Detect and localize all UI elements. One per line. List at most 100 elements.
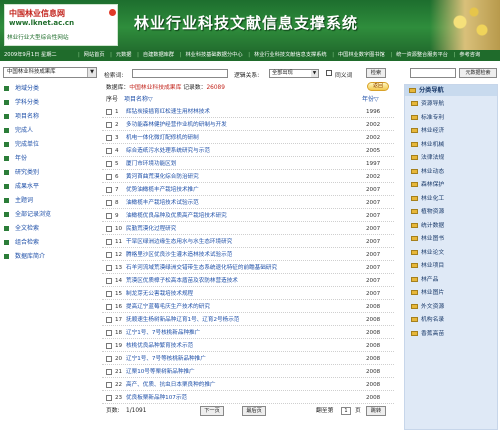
category-nav-item[interactable]: 林业机械 [411, 140, 444, 150]
synonym-checkbox[interactable] [326, 70, 332, 76]
row-checkbox[interactable] [106, 278, 112, 284]
row-title-link[interactable]: 优良板栗新品种107示范 [126, 392, 187, 404]
row-title-link[interactable]: 石羊河流域荒漠绿洲交错带生态系统退化特征的前瞻基础研究 [126, 262, 277, 274]
category-nav-item[interactable]: 资源导航 [411, 99, 444, 109]
row-checkbox[interactable] [106, 317, 112, 323]
left-nav-item[interactable]: 完成单位 [4, 140, 39, 150]
left-nav-item[interactable]: 年份 [4, 154, 27, 164]
row-title-link[interactable]: 制龙芽无公害栽培技术规程 [126, 288, 193, 300]
row-checkbox[interactable] [106, 187, 112, 193]
row-title-link[interactable]: 油橄榄丰产栽培技术试验示范 [126, 197, 199, 209]
category-nav-item[interactable]: 统计数据 [411, 221, 444, 231]
category-nav-item[interactable]: 林业图书 [411, 234, 444, 244]
last-page-button[interactable]: 最后页 [242, 406, 266, 416]
row-title-link[interactable]: 腾格里沙区优良沙生灌木造林技术试验示范 [126, 249, 232, 261]
category-nav-item[interactable]: 林业动态 [411, 167, 444, 177]
left-nav-item[interactable]: 主题词 [4, 196, 33, 206]
nav-link-resource-platform[interactable]: 统一资源整合服务平台 [394, 52, 450, 58]
row-title-link[interactable]: 多功能森林健护经营作业机的研制与开发 [126, 119, 227, 131]
header-year-sort[interactable]: 年份▽ [362, 94, 379, 106]
row-title-link[interactable]: 民勤荒漠化过程研究 [126, 223, 176, 235]
search-input[interactable] [132, 69, 228, 78]
left-nav-item[interactable]: 全部记录浏览 [4, 210, 51, 220]
database-select[interactable]: 中国林业科技成果库 ▼ [3, 67, 97, 78]
row-checkbox[interactable] [106, 213, 112, 219]
row-title-link[interactable]: 提高辽宁蓝莓毛庆生产技术的研究 [126, 301, 210, 313]
row-checkbox[interactable] [106, 109, 112, 115]
row-checkbox[interactable] [106, 356, 112, 362]
row-title-link[interactable]: 辉钻炭接插育红松速生用材林技术 [126, 106, 210, 118]
row-checkbox[interactable] [106, 265, 112, 271]
category-nav-item[interactable]: 香蕉高苗 [411, 329, 444, 339]
row-title-link[interactable]: 抚顺速生杨树新品种辽育1号、辽育2号杨示范 [126, 314, 239, 326]
metadata-search-button[interactable]: 元数据检索 [459, 68, 497, 78]
header-title-sort[interactable]: 项目名称▽ [124, 94, 153, 106]
left-nav-item[interactable]: 组合检索 [4, 238, 39, 248]
next-page-button[interactable]: 下一页 [200, 406, 224, 416]
row-checkbox[interactable] [106, 369, 112, 375]
category-nav-item[interactable]: 植物资源 [411, 207, 444, 217]
left-nav-item[interactable]: 学科分类 [4, 98, 39, 108]
return-button[interactable]: 返回 [367, 82, 389, 91]
nav-link-digital-library[interactable]: 中国林业数字图书馆 [336, 52, 387, 58]
nav-link-reference[interactable]: 参考咨询 [457, 52, 482, 58]
row-checkbox[interactable] [106, 226, 112, 232]
category-nav-item[interactable]: 林业经济 [411, 126, 444, 136]
left-nav-item[interactable]: 研究类别 [4, 168, 39, 178]
row-checkbox[interactable] [106, 135, 112, 141]
left-nav-item[interactable]: 成果水平 [4, 182, 39, 192]
category-nav-item[interactable]: 林业论文 [411, 248, 444, 258]
left-nav-item[interactable]: 项目名称 [4, 112, 39, 122]
left-nav-item[interactable]: 地域分类 [4, 84, 39, 94]
nav-link-home[interactable]: 网站首页 [82, 52, 107, 58]
row-checkbox[interactable] [106, 252, 112, 258]
category-nav-item[interactable]: 外文资源 [411, 302, 444, 312]
row-checkbox[interactable] [106, 291, 112, 297]
metadata-search-input[interactable] [410, 68, 456, 78]
nav-link-data-center[interactable]: 林业科技基础数据分中心 [183, 52, 244, 58]
row-checkbox[interactable] [106, 382, 112, 388]
row-checkbox[interactable] [106, 395, 112, 401]
row-title-link[interactable]: 油橄榄优良品种及优质高产栽培技术研究 [126, 210, 227, 222]
nav-link-support-system[interactable]: 林业行业科技文献信息支撑系统 [252, 52, 329, 58]
left-nav-item[interactable]: 数据库简介 [4, 252, 45, 262]
row-checkbox[interactable] [106, 330, 112, 336]
nav-link-databases[interactable]: 自建数据库群 [141, 52, 176, 58]
row-checkbox[interactable] [106, 174, 112, 180]
category-nav-item[interactable]: 林业化工 [411, 194, 444, 204]
row-title-link[interactable]: 综合造纸污水处理系统研究与示范 [126, 145, 210, 157]
row-title-link[interactable]: 高产、优质、抗虫日本栗良种的推广 [126, 379, 216, 391]
jump-button[interactable]: 跳转 [366, 406, 386, 416]
category-nav-item[interactable]: 林产品 [411, 275, 438, 285]
category-nav-item[interactable]: 机构名录 [411, 315, 444, 325]
category-nav-item[interactable]: 林业项目 [411, 261, 444, 271]
row-checkbox[interactable] [106, 161, 112, 167]
left-nav-item[interactable]: 完成人 [4, 126, 33, 136]
nav-link-metadata[interactable]: 元数据 [114, 52, 134, 58]
search-button[interactable]: 检索 [366, 68, 386, 78]
left-nav-item[interactable]: 全文检索 [4, 224, 39, 234]
row-checkbox[interactable] [106, 200, 112, 206]
logic-select[interactable]: 全部出现 ▼ [269, 69, 319, 78]
row-title-link[interactable]: 辽宁1号、7号等核桃新品种推广 [126, 353, 206, 365]
row-title-link[interactable]: 优势油橄榄丰产栽培技术推广 [126, 184, 199, 196]
row-title-link[interactable]: 厦门市环境功能区划 [126, 158, 176, 170]
row-title-link[interactable]: 辽栗10号等栗树新品种推广 [126, 366, 195, 378]
category-nav-item[interactable]: 标准专利 [411, 113, 444, 123]
row-title-link[interactable]: 机电一体化微灯配修机的研制 [126, 132, 199, 144]
row-checkbox[interactable] [106, 239, 112, 245]
row-title-link[interactable]: 辽宁1号、7号核桃新品种推广 [126, 327, 200, 339]
category-nav-item[interactable]: 法律法规 [411, 153, 444, 163]
row-checkbox[interactable] [106, 304, 112, 310]
row-title-link[interactable]: 荒漠区优质樟子松高本盾苗及农防林营造技术 [126, 275, 238, 287]
goto-page-input[interactable]: 1 [341, 407, 351, 415]
row-title-link[interactable]: 核桃优良品种繁育技术示范 [126, 340, 193, 352]
site-logo[interactable]: 中国林业信息网 www.lknet.ac.cn 林业行业大型综合性网站 [4, 4, 118, 46]
row-checkbox[interactable] [106, 122, 112, 128]
row-checkbox[interactable] [106, 148, 112, 154]
category-nav-item[interactable]: 林业图片 [411, 288, 444, 298]
category-nav-item[interactable]: 森林保护 [411, 180, 444, 190]
row-checkbox[interactable] [106, 343, 112, 349]
row-title-link[interactable]: 黄河首曲荒漠化综合防治研究 [126, 171, 199, 183]
row-title-link[interactable]: 干旱区绿洲边缘生态用水与水生态环境研究 [126, 236, 232, 248]
